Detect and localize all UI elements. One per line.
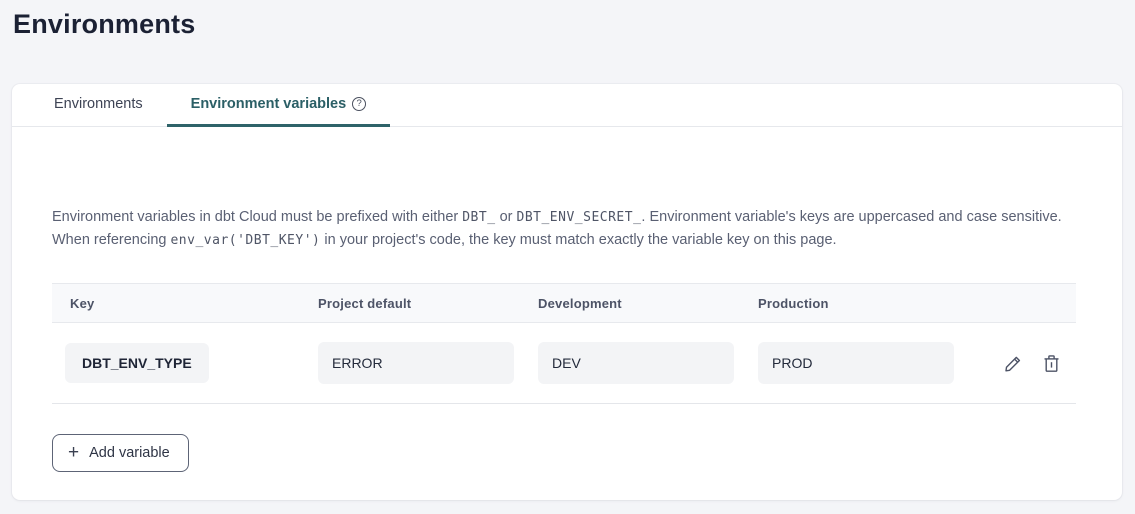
variable-key-chip: DBT_ENV_TYPE: [65, 343, 209, 383]
table-header-row: Key Project default Development Producti…: [52, 283, 1076, 323]
delete-variable-button[interactable]: [1041, 352, 1062, 375]
column-header-project-default: Project default: [318, 296, 538, 311]
development-value: DEV: [538, 342, 734, 384]
tab-environment-variables-label: Environment variables: [191, 96, 347, 112]
environments-page: Environments Environments Environment va…: [0, 0, 1135, 514]
description-part2: or: [496, 209, 517, 225]
description-text: Environment variables in dbt Cloud must …: [52, 206, 1082, 252]
page-title: Environments: [0, 0, 1135, 40]
description-part1: Environment variables in dbt Cloud must …: [52, 209, 462, 225]
tab-bar: Environments Environment variables ?: [12, 84, 1122, 127]
column-header-production: Production: [758, 296, 978, 311]
trash-icon: [1043, 354, 1060, 373]
tab-environment-variables[interactable]: Environment variables ?: [167, 84, 391, 127]
help-icon[interactable]: ?: [352, 97, 366, 111]
code-dbt-prefix: DBT_: [462, 210, 495, 225]
description-part4: in your project's code, the key must mat…: [320, 232, 836, 248]
edit-variable-button[interactable]: [1002, 352, 1025, 375]
table-row: DBT_ENV_TYPE ERROR DEV PROD: [52, 323, 1076, 404]
code-env-var-example: env_var('DBT_KEY'): [170, 233, 320, 248]
environment-variables-card: Environments Environment variables ? Env…: [12, 84, 1122, 500]
cell-project-default: ERROR: [318, 342, 538, 384]
variables-table: Key Project default Development Producti…: [52, 283, 1076, 404]
column-header-key: Key: [52, 296, 318, 311]
code-dbt-env-secret-prefix: DBT_ENV_SECRET_: [517, 210, 642, 225]
tab-environments[interactable]: Environments: [30, 84, 167, 127]
production-value: PROD: [758, 342, 954, 384]
add-variable-label: Add variable: [89, 445, 170, 461]
cell-actions: [978, 352, 1076, 375]
tab-environments-label: Environments: [54, 96, 143, 112]
cell-production: PROD: [758, 342, 978, 384]
add-variable-button[interactable]: + Add variable: [52, 434, 189, 472]
column-header-development: Development: [538, 296, 758, 311]
cell-development: DEV: [538, 342, 758, 384]
cell-key: DBT_ENV_TYPE: [52, 343, 318, 383]
pencil-icon: [1004, 354, 1023, 373]
project-default-value: ERROR: [318, 342, 514, 384]
tab-content: Environment variables in dbt Cloud must …: [12, 127, 1122, 500]
plus-icon: +: [68, 443, 79, 462]
